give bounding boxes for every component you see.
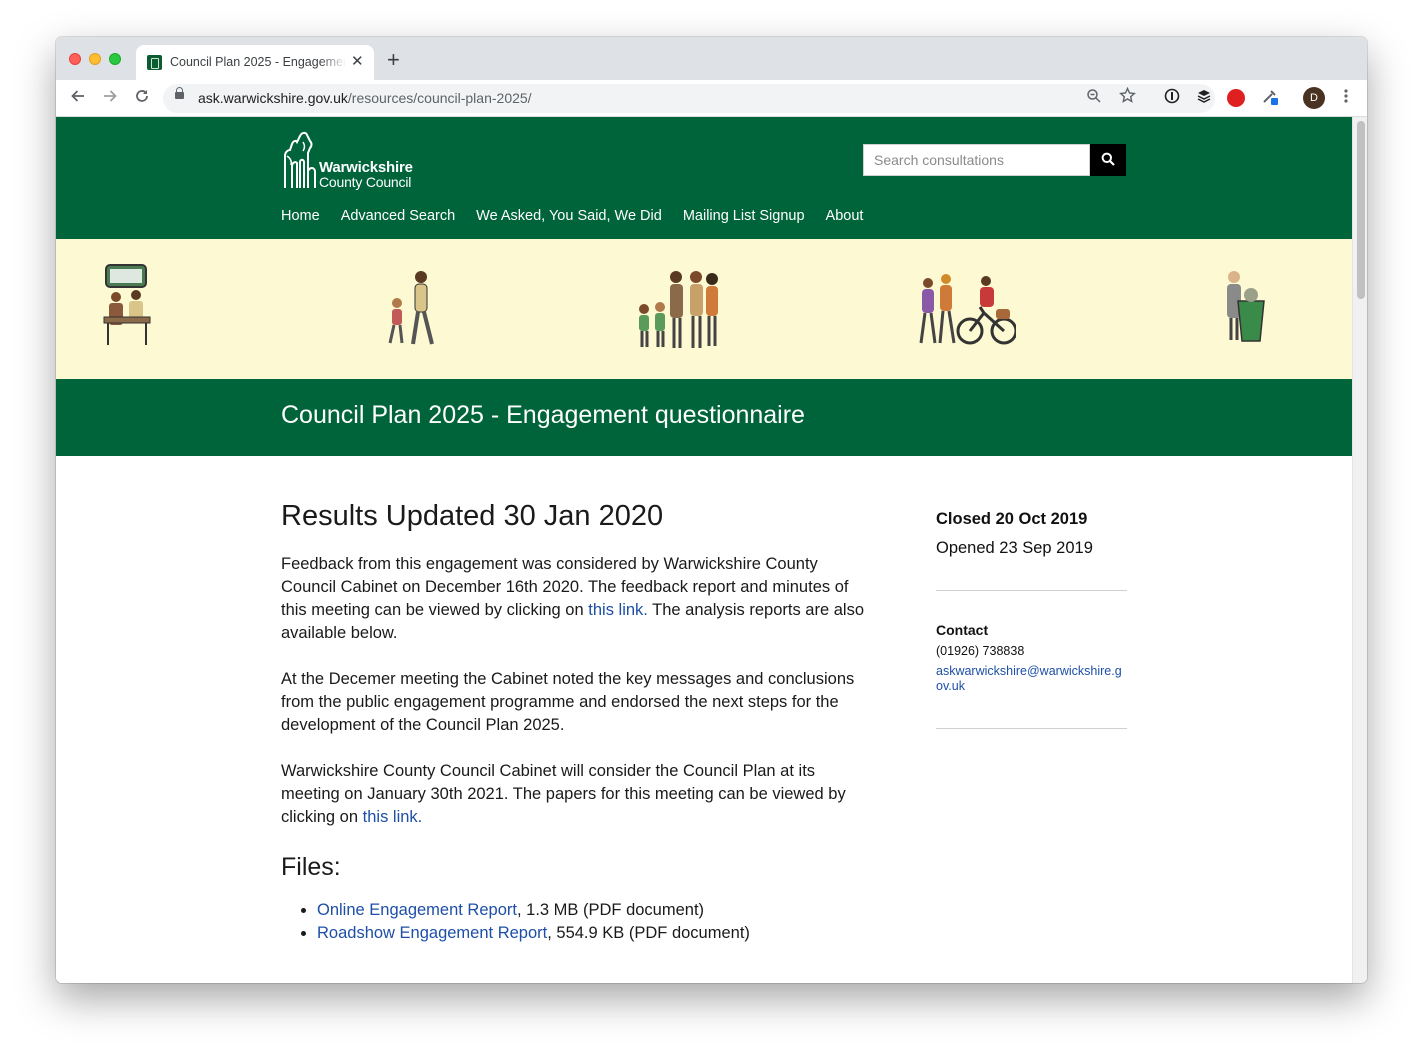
people-at-table-illustration bbox=[103, 264, 151, 345]
favicon-icon bbox=[147, 55, 162, 70]
maximize-window-button[interactable] bbox=[109, 53, 121, 65]
paragraph-december-meeting: At the Decemer meeting the Cabinet noted… bbox=[281, 670, 855, 734]
file-item: Online Engagement Report, 1.3 MB (PDF do… bbox=[317, 899, 871, 922]
cabinet-minutes-link[interactable]: this link. bbox=[588, 601, 648, 619]
contact-email-link[interactable]: askwarwickshire@warwickshire.gov.uk bbox=[936, 664, 1127, 694]
search-button[interactable] bbox=[1090, 144, 1126, 176]
file-meta: , 1.3 MB (PDF document) bbox=[516, 901, 705, 919]
forward-arrow-icon[interactable] bbox=[99, 87, 121, 109]
browser-toolbar: ask.warwickshire.gov.uk/resources/counci… bbox=[56, 80, 1367, 117]
tab-title: Council Plan 2025 - Engagement questionn… bbox=[170, 55, 346, 69]
sidebar-divider bbox=[936, 590, 1127, 591]
lock-icon bbox=[175, 87, 184, 99]
cabinet-papers-link[interactable]: this link. bbox=[363, 808, 423, 826]
nav-item-advanced-search[interactable]: Advanced Search bbox=[341, 208, 455, 224]
illustration-banner bbox=[56, 239, 1352, 379]
search-consultations-input[interactable] bbox=[863, 144, 1090, 176]
contact-heading: Contact bbox=[936, 622, 989, 638]
files-list: Online Engagement Report, 1.3 MB (PDF do… bbox=[317, 899, 871, 945]
adblock-icon[interactable] bbox=[1227, 89, 1245, 107]
page-title-band: Council Plan 2025 - Engagement questionn… bbox=[56, 379, 1352, 456]
file-item: Roadshow Engagement Report, 554.9 KB (PD… bbox=[317, 922, 871, 945]
minimize-window-button[interactable] bbox=[89, 53, 101, 65]
close-window-button[interactable] bbox=[69, 53, 81, 65]
page-title: Council Plan 2025 - Engagement questionn… bbox=[281, 401, 805, 429]
roadshow-engagement-report-link[interactable]: Roadshow Engagement Report bbox=[317, 924, 547, 942]
page-scrollbar[interactable] bbox=[1352, 117, 1367, 983]
profile-avatar[interactable]: D bbox=[1303, 87, 1325, 109]
dropper-icon[interactable] bbox=[1259, 87, 1281, 109]
consultation-sidebar: Closed 20 Oct 2019 Opened 23 Sep 2019 Co… bbox=[936, 507, 1127, 729]
online-engagement-report-link[interactable]: Online Engagement Report bbox=[317, 901, 517, 919]
logo-text-line2[interactable]: County Council bbox=[319, 174, 411, 190]
opened-date: Opened 23 Sep 2019 bbox=[936, 539, 1093, 557]
nav-item-about[interactable]: About bbox=[826, 208, 864, 224]
tab-close-icon[interactable]: ✕ bbox=[351, 53, 364, 71]
nav-item-home[interactable]: Home bbox=[281, 208, 320, 224]
page-viewport: Warwickshire County Council Home Advance… bbox=[56, 117, 1352, 983]
recycling-bin-illustration bbox=[1227, 271, 1265, 342]
paragraph-january-meeting: Warwickshire County Council Cabinet will… bbox=[281, 760, 871, 829]
results-heading: Results Updated 30 Jan 2020 bbox=[281, 500, 664, 532]
main-content: Results Updated 30 Jan 2020 Feedback fro… bbox=[281, 497, 871, 945]
nav-item-we-asked[interactable]: We Asked, You Said, We Did bbox=[476, 208, 662, 224]
new-tab-button[interactable]: + bbox=[387, 49, 400, 71]
adult-and-child-illustration bbox=[388, 271, 434, 345]
main-nav: Home Advanced Search We Asked, You Said,… bbox=[281, 208, 863, 224]
closed-date: Closed 20 Oct 2019 bbox=[936, 510, 1088, 528]
search-icon bbox=[1101, 152, 1115, 166]
scrollbar-thumb[interactable] bbox=[1357, 121, 1365, 299]
family-group-illustration bbox=[639, 271, 718, 348]
tab-strip: Council Plan 2025 - Engagement questionn… bbox=[56, 37, 1367, 80]
url-text[interactable]: ask.warwickshire.gov.uk/resources/counci… bbox=[198, 90, 532, 106]
file-meta: , 554.9 KB (PDF document) bbox=[547, 924, 750, 942]
sidebar-divider bbox=[936, 728, 1127, 729]
back-arrow-icon[interactable] bbox=[67, 87, 89, 109]
url-path: /resources/council-plan-2025/ bbox=[347, 90, 532, 106]
layers-icon[interactable] bbox=[1193, 87, 1215, 109]
nav-item-mailing-list[interactable]: Mailing List Signup bbox=[683, 208, 805, 224]
paragraph-feedback: Feedback from this engagement was consid… bbox=[281, 553, 871, 645]
info-icon[interactable] bbox=[1161, 87, 1183, 109]
star-icon[interactable] bbox=[1116, 86, 1138, 109]
zoom-icon[interactable] bbox=[1083, 87, 1105, 109]
walkers-and-cyclist-illustration bbox=[919, 274, 1016, 345]
browser-tab[interactable]: Council Plan 2025 - Engagement questionn… bbox=[136, 45, 374, 80]
contact-phone: (01926) 738838 bbox=[936, 644, 1025, 658]
kebab-menu-icon[interactable] bbox=[1335, 87, 1357, 109]
files-heading: Files: bbox=[281, 853, 341, 881]
url-host: ask.warwickshire.gov.uk bbox=[198, 90, 348, 106]
browser-window: Council Plan 2025 - Engagement questionn… bbox=[56, 37, 1367, 983]
site-header: Warwickshire County Council Home Advance… bbox=[56, 117, 1352, 239]
reload-icon[interactable] bbox=[131, 87, 153, 109]
address-bar[interactable]: ask.warwickshire.gov.uk/resources/counci… bbox=[163, 84, 1215, 113]
